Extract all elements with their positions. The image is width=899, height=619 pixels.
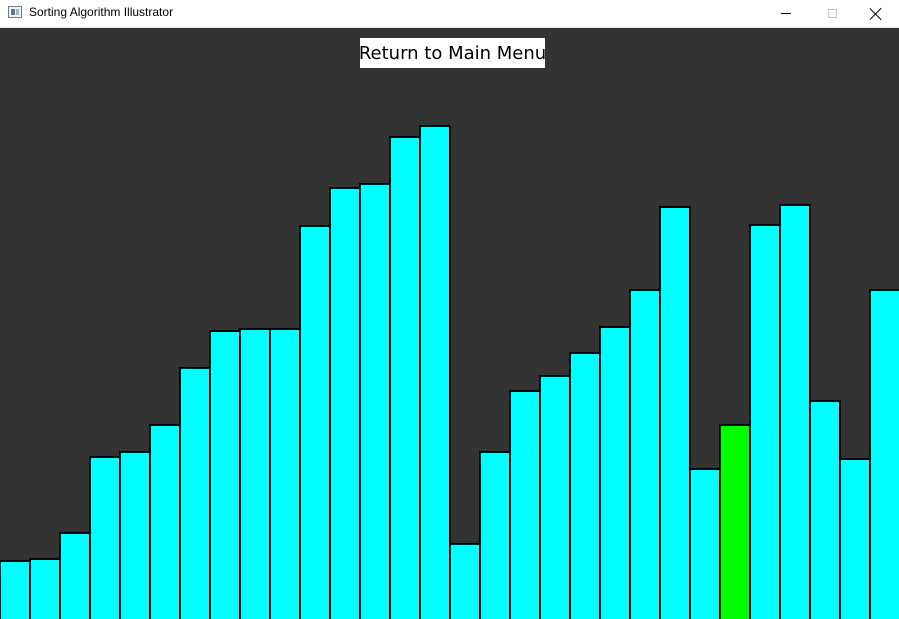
bar — [659, 206, 691, 619]
bar — [569, 352, 601, 619]
bar — [269, 328, 301, 619]
bar — [179, 367, 211, 619]
bar — [329, 187, 361, 619]
bar-highlighted — [719, 424, 751, 619]
bar — [839, 458, 871, 619]
bar — [239, 328, 271, 619]
bar — [59, 532, 91, 619]
bar — [449, 543, 481, 619]
bar — [689, 468, 721, 619]
bar — [779, 204, 811, 619]
maximize-icon — [827, 9, 837, 18]
bar — [509, 390, 541, 619]
title-bar: Sorting Algorithm Illustrator — [0, 0, 899, 28]
bar — [599, 326, 631, 619]
maximize-button[interactable] — [809, 0, 855, 27]
bar — [539, 375, 571, 619]
bar — [629, 289, 661, 619]
visualization-canvas: Return to Main Menu — [0, 28, 899, 619]
return-to-main-menu-button[interactable]: Return to Main Menu — [359, 38, 546, 68]
bar — [89, 456, 121, 619]
minimize-icon — [781, 13, 791, 14]
bar — [299, 225, 331, 619]
bar — [359, 183, 391, 619]
close-icon — [870, 8, 882, 20]
bar — [149, 424, 181, 619]
bar — [0, 560, 31, 619]
window-title: Sorting Algorithm Illustrator — [29, 5, 174, 19]
bar — [29, 558, 61, 619]
bar — [119, 451, 151, 619]
bar — [389, 136, 421, 619]
bar — [419, 125, 451, 619]
bar — [209, 330, 241, 619]
bar — [869, 289, 899, 619]
minimize-button[interactable] — [763, 0, 809, 27]
bar — [749, 224, 781, 619]
bar-chart — [0, 28, 899, 619]
app-icon — [8, 6, 22, 18]
bar — [809, 400, 841, 619]
bar — [479, 451, 511, 619]
close-button[interactable] — [853, 0, 899, 27]
